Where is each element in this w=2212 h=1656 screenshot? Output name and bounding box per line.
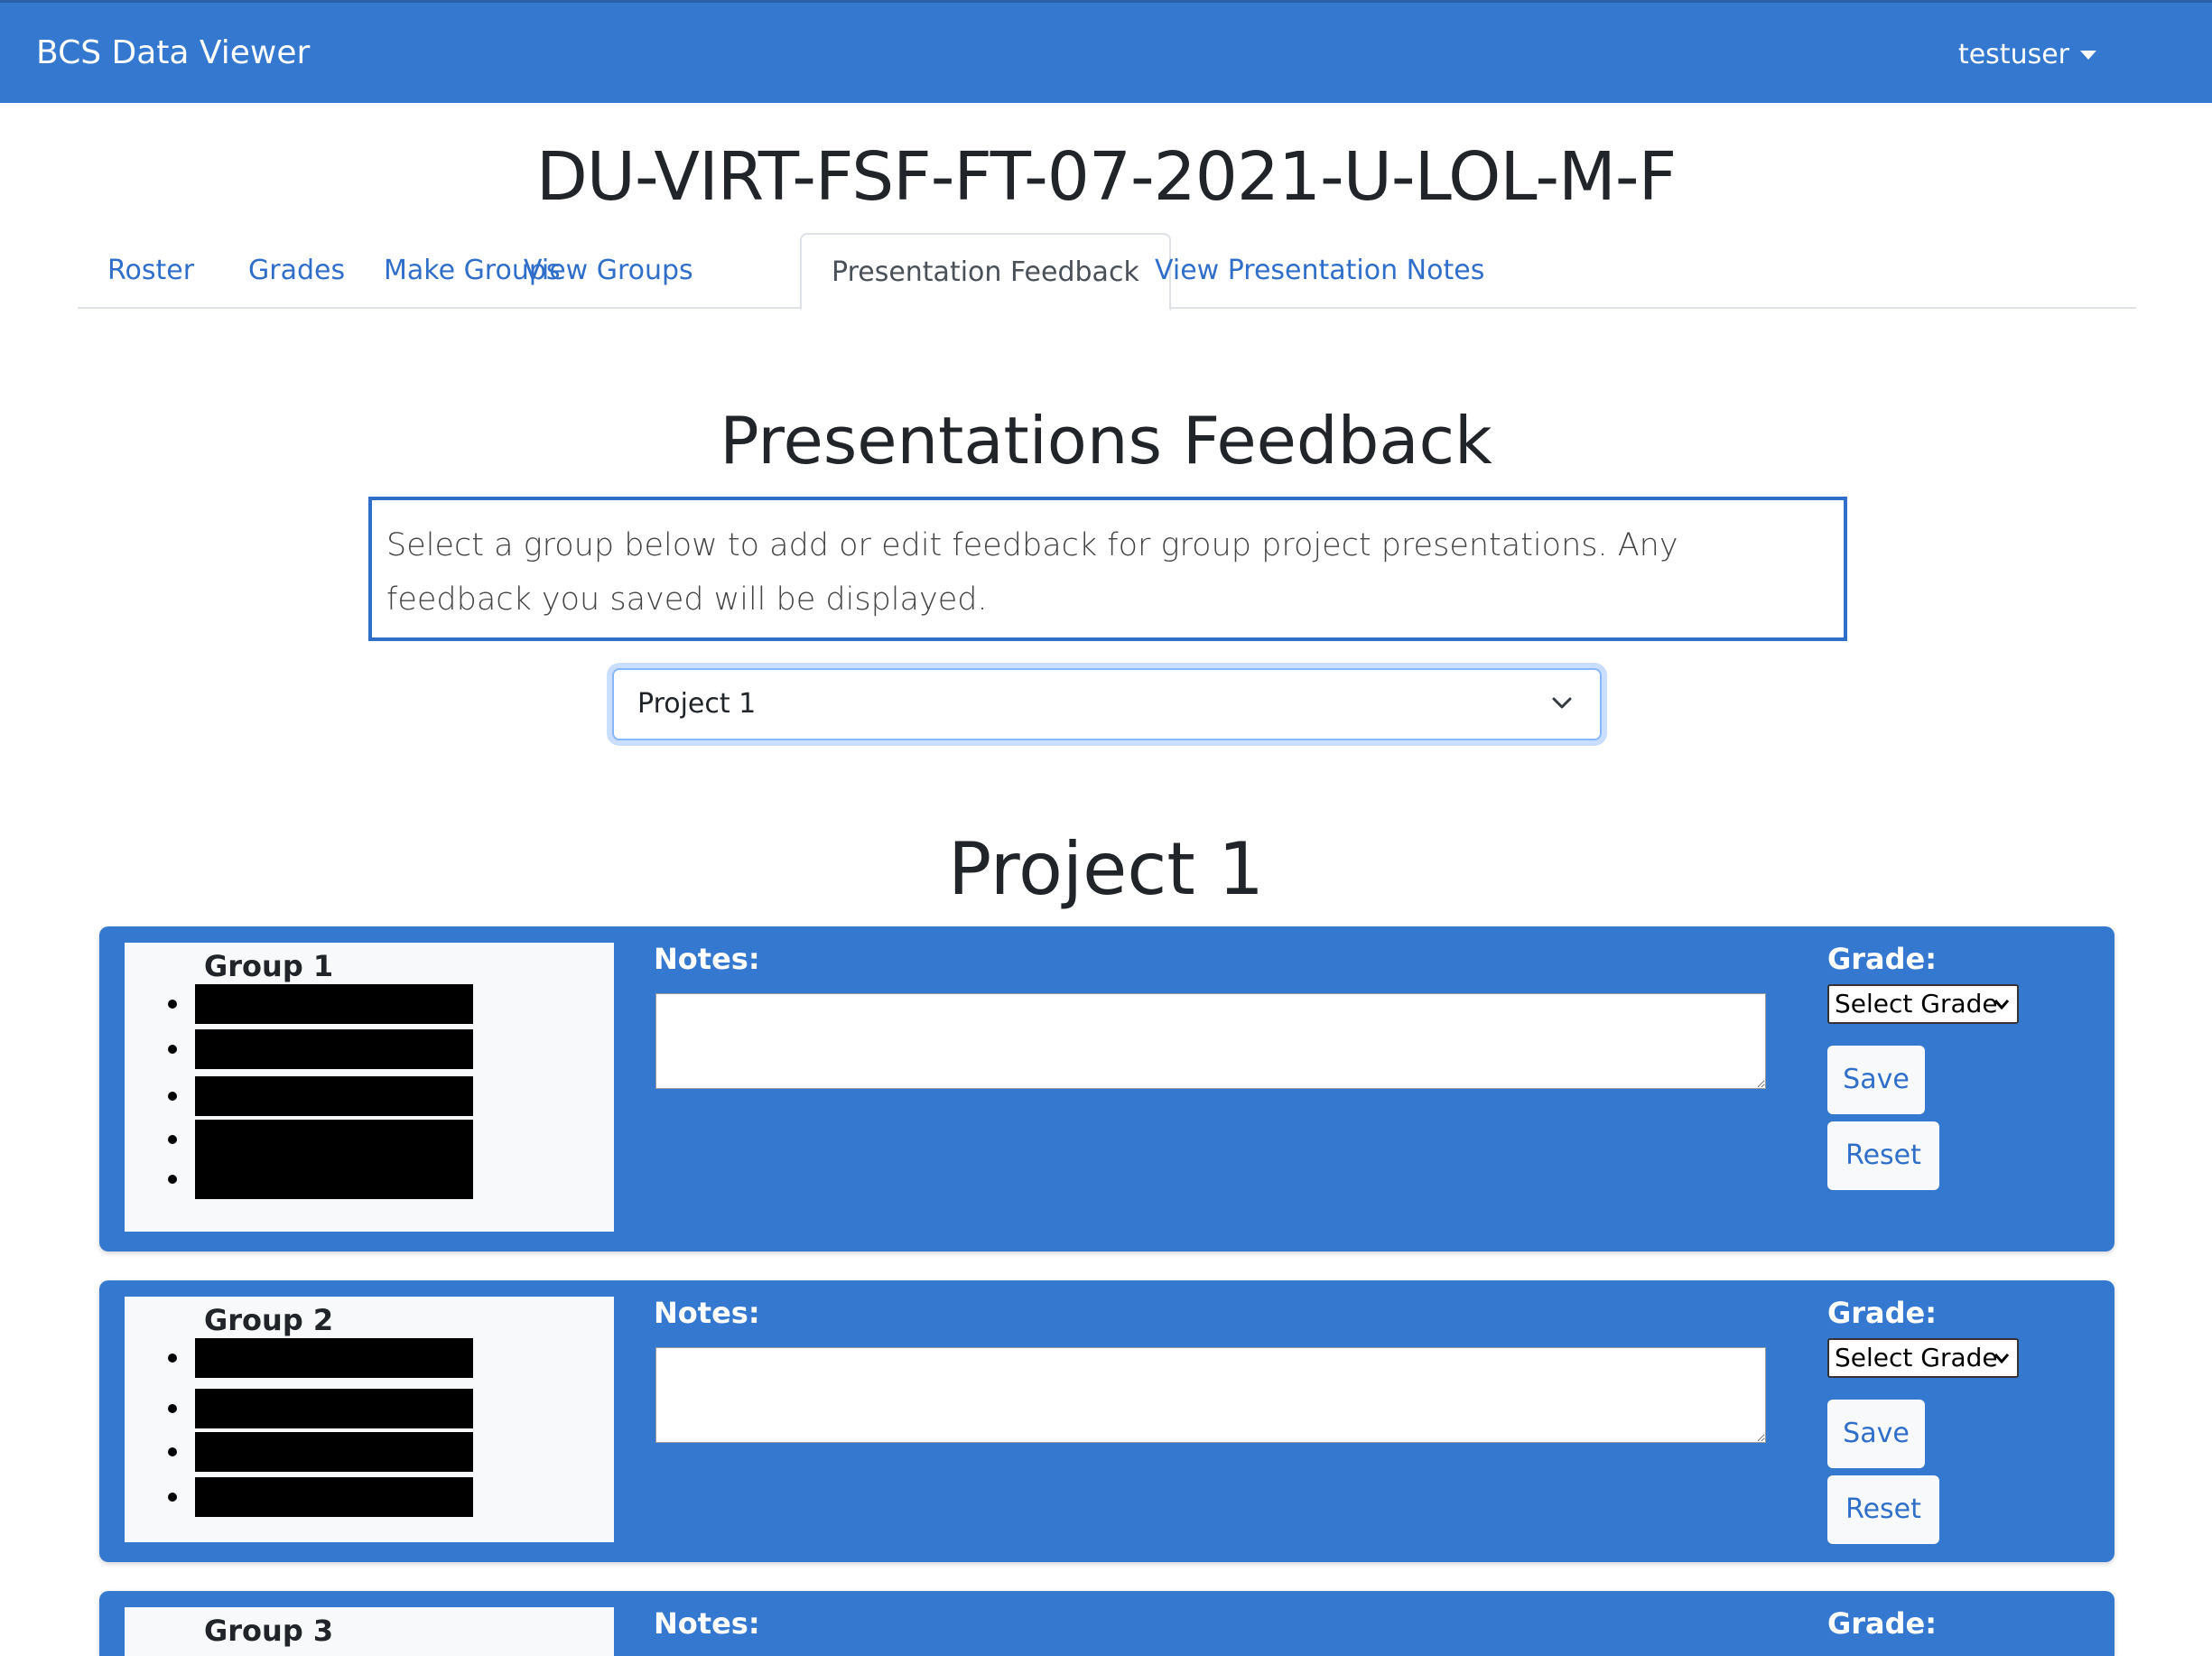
save-button[interactable]: Save <box>1827 1046 1925 1114</box>
cohort-title: DU-VIRT-FSF-FT-07-2021-U-LOL-M-F <box>535 138 1677 216</box>
grade-label: Grade: <box>1827 1296 1938 1330</box>
redacted-member-name <box>195 1477 473 1517</box>
reset-button[interactable]: Reset <box>1827 1121 1939 1190</box>
bullet-icon <box>168 1000 177 1009</box>
bullet-icon <box>168 1045 177 1054</box>
bullet-icon <box>168 1175 177 1184</box>
list-item <box>168 1120 529 1159</box>
grade-select-value: Select Grade <box>1835 989 1998 1019</box>
redacted-member-name <box>195 984 473 1024</box>
tab-roster[interactable]: Roster <box>78 233 224 309</box>
redacted-member-name <box>195 1432 473 1472</box>
bullet-icon <box>168 1354 177 1363</box>
bullet-icon <box>168 1092 177 1101</box>
bullet-icon <box>168 1135 177 1144</box>
list-item <box>168 1076 529 1116</box>
reset-button[interactable]: Reset <box>1827 1475 1939 1544</box>
username: testuser <box>1957 39 2069 70</box>
redacted-member-name <box>195 1029 473 1069</box>
list-item <box>168 1477 529 1517</box>
save-button[interactable]: Save <box>1827 1400 1925 1468</box>
list-item <box>168 1338 529 1378</box>
list-item <box>168 1159 529 1199</box>
nav-tabs: Roster Grades Make Groups View Groups Pr… <box>78 233 2136 311</box>
bullet-icon <box>168 1404 177 1413</box>
member-list: Group 3 <box>125 1607 614 1656</box>
notes-textarea[interactable] <box>655 1347 1766 1443</box>
list-item <box>168 1389 529 1428</box>
page-heading: Presentations Feedback <box>720 403 1492 479</box>
tab-grades[interactable]: Grades <box>218 233 375 309</box>
grade-label: Grade: <box>1827 1606 1938 1641</box>
bullet-icon <box>168 1447 177 1456</box>
group-card: Group 3 Notes: Grade: <box>99 1591 2114 1656</box>
notes-label: Notes: <box>654 942 760 976</box>
navbar: BCS Data Viewer testuser <box>0 0 2212 103</box>
group-name: Group 3 <box>204 1614 334 1648</box>
group-name: Group 2 <box>204 1303 334 1337</box>
member-list: Group 2 <box>125 1297 614 1542</box>
list-item <box>168 984 529 1024</box>
grade-select-value: Select Grade <box>1835 1343 1998 1372</box>
redacted-member-name <box>195 1120 473 1159</box>
user-menu-dropdown[interactable]: testuser <box>1958 35 2096 75</box>
tab-view-presentation-notes[interactable]: View Presentation Notes <box>1125 233 1514 309</box>
redacted-member-name <box>195 1076 473 1116</box>
grade-label: Grade: <box>1827 942 1938 976</box>
notes-label: Notes: <box>654 1296 760 1330</box>
brand-title[interactable]: BCS Data Viewer <box>36 32 310 75</box>
member-list: Group 1 <box>125 943 614 1232</box>
group-card: Group 1 Notes: Grade: Select Grade Save <box>99 926 2114 1251</box>
instructions-text: Select a group below to add or edit feed… <box>368 497 1847 641</box>
project-select[interactable]: Project 1 <box>612 668 1602 740</box>
redacted-member-name <box>195 1338 473 1378</box>
list-item <box>168 1029 529 1069</box>
bullet-icon <box>168 1493 177 1502</box>
chevron-down-icon <box>1994 1000 2010 1010</box>
project-heading: Project 1 <box>947 827 1265 911</box>
chevron-down-icon <box>1552 697 1572 709</box>
group-name: Group 1 <box>204 949 334 983</box>
notes-label: Notes: <box>654 1606 760 1641</box>
notes-textarea[interactable] <box>655 993 1766 1089</box>
redacted-member-name <box>195 1159 473 1199</box>
caret-down-icon <box>2080 51 2096 60</box>
chevron-down-icon <box>1994 1354 2010 1364</box>
list-item <box>168 1432 529 1472</box>
group-card: Group 2 Notes: Grade: Select Grade Save … <box>99 1280 2114 1562</box>
tab-view-groups[interactable]: View Groups <box>494 233 723 309</box>
redacted-member-name <box>195 1389 473 1428</box>
project-select-value: Project 1 <box>637 688 757 720</box>
grade-select[interactable]: Select Grade <box>1827 1338 2019 1378</box>
grade-select[interactable]: Select Grade <box>1827 984 2019 1024</box>
tab-presentation-feedback[interactable]: Presentation Feedback <box>800 233 1171 311</box>
